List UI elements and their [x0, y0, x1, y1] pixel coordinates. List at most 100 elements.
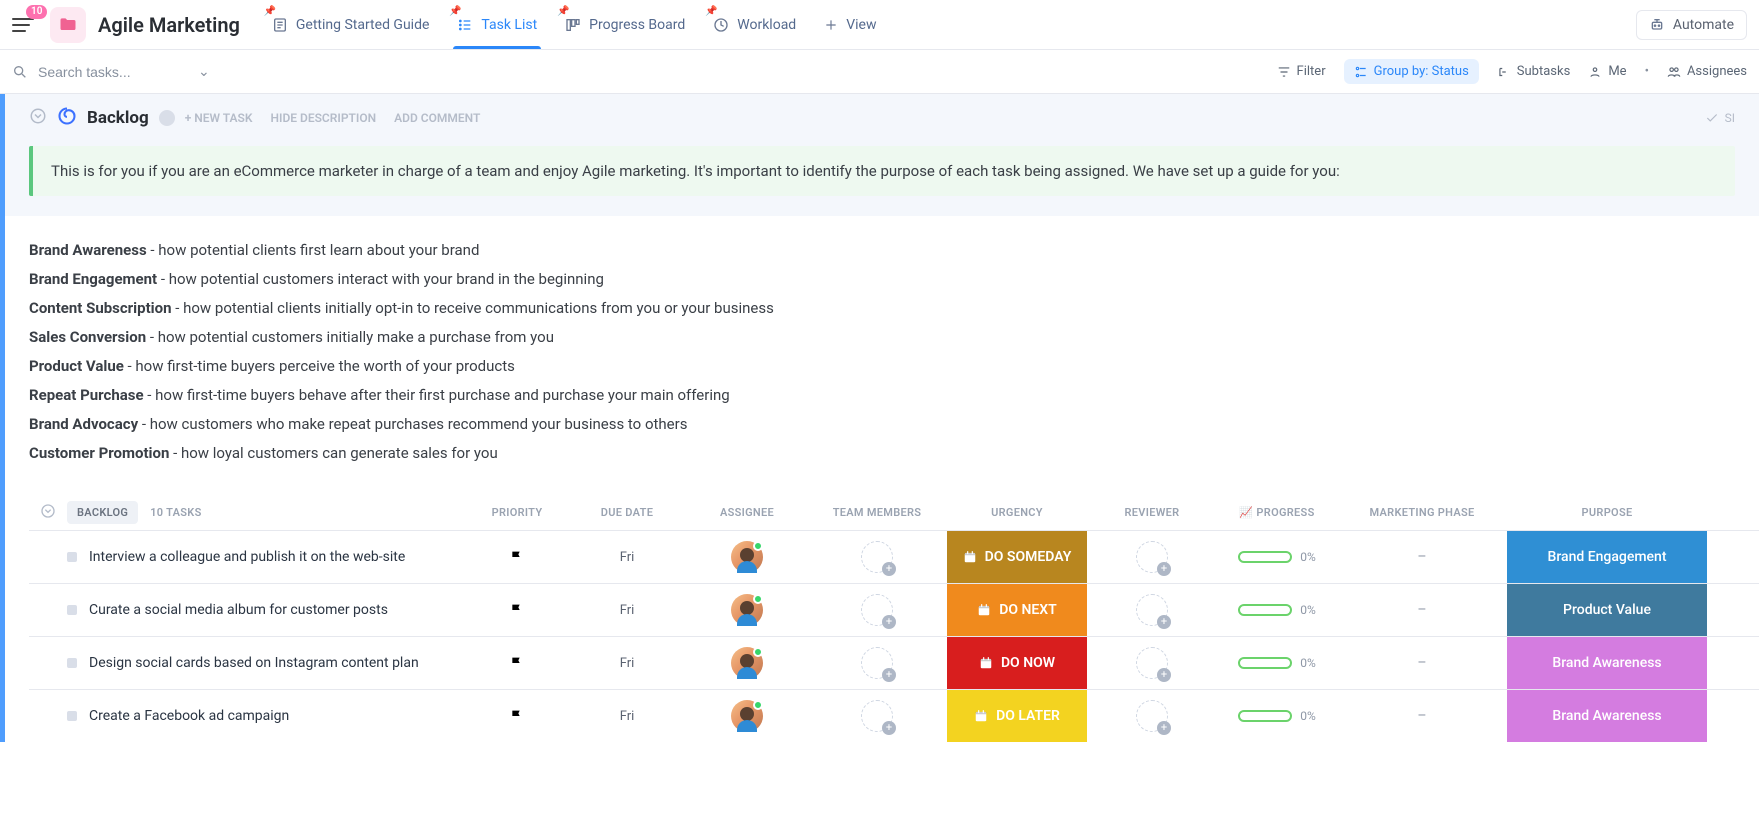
purpose-cell[interactable]: Brand Awareness	[1507, 637, 1707, 689]
tab-workload[interactable]: 📌 Workload	[699, 0, 810, 49]
hide-description-button[interactable]: HIDE DESCRIPTION	[271, 111, 377, 125]
assignee-avatar[interactable]	[731, 594, 763, 626]
subtasks-icon	[1497, 65, 1511, 79]
purpose-cell[interactable]: Brand Engagement	[1507, 531, 1707, 583]
automate-button[interactable]: Automate	[1636, 10, 1747, 40]
separator-dot: •	[1645, 64, 1649, 79]
urgency-cell[interactable]: DO LATER	[947, 690, 1087, 742]
section-right-label: SI	[1725, 111, 1735, 125]
priority-flag-icon[interactable]	[509, 549, 525, 565]
check-icon	[1705, 111, 1719, 125]
pin-icon: 📌	[705, 6, 717, 17]
definition-row: Content Subscription - how potential cli…	[29, 294, 1735, 323]
new-task-button[interactable]: + NEW TASK	[185, 111, 253, 125]
col-priority[interactable]: PRIORITY	[467, 506, 567, 519]
assignee-avatar[interactable]	[731, 700, 763, 732]
person-icon	[1588, 65, 1602, 79]
marketing-phase[interactable]: –	[1417, 655, 1426, 671]
collapse-group-icon[interactable]	[40, 509, 56, 522]
add-team-member[interactable]	[861, 700, 893, 732]
folder-icon[interactable]	[50, 7, 86, 43]
add-team-member[interactable]	[861, 594, 893, 626]
add-reviewer[interactable]	[1136, 541, 1168, 573]
collapse-icon[interactable]	[29, 107, 47, 129]
add-reviewer[interactable]	[1136, 700, 1168, 732]
subtasks-button[interactable]: Subtasks	[1497, 64, 1571, 79]
swirl-icon	[57, 106, 77, 130]
due-date[interactable]: Fri	[620, 709, 635, 724]
status-square[interactable]	[67, 711, 77, 721]
urgency-cell[interactable]: DO NOW	[947, 637, 1087, 689]
tab-add-view[interactable]: View	[810, 0, 890, 49]
tab-progress-board[interactable]: 📌 Progress Board	[551, 0, 699, 49]
progress-cell[interactable]: 0%	[1238, 550, 1316, 564]
col-team-members[interactable]: TEAM MEMBERS	[807, 506, 947, 519]
due-date[interactable]: Fri	[620, 603, 635, 618]
assignees-button[interactable]: Assignees	[1667, 64, 1747, 79]
marketing-phase[interactable]: –	[1417, 708, 1426, 724]
pin-icon: 📌	[264, 6, 276, 17]
progress-cell[interactable]: 0%	[1238, 603, 1316, 617]
tab-task-list[interactable]: 📌 Task List	[443, 0, 551, 49]
priority-flag-icon[interactable]	[509, 708, 525, 724]
table-row[interactable]: Create a Facebook ad campaign Fri DO LATER…	[29, 689, 1759, 742]
marketing-phase[interactable]: –	[1417, 602, 1426, 618]
assignee-avatar[interactable]	[731, 541, 763, 573]
tab-getting-started[interactable]: 📌 Getting Started Guide	[258, 0, 444, 49]
task-name: Curate a social media album for customer…	[89, 602, 388, 618]
table-row[interactable]: Design social cards based on Instagram c…	[29, 636, 1759, 689]
me-button[interactable]: Me	[1588, 64, 1626, 79]
add-reviewer[interactable]	[1136, 647, 1168, 679]
status-chip[interactable]: BACKLOG	[67, 501, 138, 524]
definition-row: Brand Engagement - how potential custome…	[29, 265, 1735, 294]
search-input[interactable]	[36, 63, 186, 81]
backlog-section: Backlog + NEW TASK HIDE DESCRIPTION ADD …	[0, 94, 1759, 742]
assignee-avatar[interactable]	[731, 647, 763, 679]
status-square[interactable]	[67, 552, 77, 562]
definition-row: Repeat Purchase - how first-time buyers …	[29, 381, 1735, 410]
col-purpose[interactable]: PURPOSE	[1507, 506, 1707, 519]
group-by-button[interactable]: Group by: Status	[1344, 59, 1479, 84]
task-name: Interview a colleague and publish it on …	[89, 549, 405, 565]
table-row[interactable]: Curate a social media album for customer…	[29, 583, 1759, 636]
menu-button[interactable]: 10	[12, 11, 40, 39]
urgency-cell[interactable]: DO SOMEDAY	[947, 531, 1087, 583]
status-square[interactable]	[67, 658, 77, 668]
notification-badge: 10	[26, 5, 47, 19]
add-comment-button[interactable]: ADD COMMENT	[394, 111, 480, 125]
priority-flag-icon[interactable]	[509, 602, 525, 618]
search-chevron-down-icon[interactable]: ⌄	[198, 64, 210, 80]
table-row[interactable]: Interview a colleague and publish it on …	[29, 530, 1759, 583]
view-tabs: 📌 Getting Started Guide 📌 Task List 📌 Pr…	[258, 0, 891, 49]
tab-label: Getting Started Guide	[296, 17, 430, 33]
add-team-member[interactable]	[861, 647, 893, 679]
purpose-cell[interactable]: Product Value	[1507, 584, 1707, 636]
col-urgency[interactable]: URGENCY	[947, 506, 1087, 519]
add-reviewer[interactable]	[1136, 594, 1168, 626]
col-reviewer[interactable]: REVIEWER	[1087, 506, 1217, 519]
add-team-member[interactable]	[861, 541, 893, 573]
calendar-icon	[963, 550, 977, 564]
col-assignee[interactable]: ASSIGNEE	[687, 506, 807, 519]
status-square[interactable]	[67, 605, 77, 615]
due-date[interactable]: Fri	[620, 550, 635, 565]
marketing-phase[interactable]: –	[1417, 549, 1426, 565]
tab-label: Task List	[481, 17, 537, 33]
people-icon	[1667, 65, 1681, 79]
due-date[interactable]: Fri	[620, 656, 635, 671]
col-marketing-phase[interactable]: MARKETING PHASE	[1337, 506, 1507, 519]
task-count: 10 TASKS	[150, 506, 201, 519]
col-due-date[interactable]: DUE DATE	[567, 506, 687, 519]
priority-flag-icon[interactable]	[509, 655, 525, 671]
progress-cell[interactable]: 0%	[1238, 709, 1316, 723]
col-progress[interactable]: 📈 PROGRESS	[1217, 506, 1337, 519]
section-title: Backlog	[87, 108, 149, 128]
urgency-cell[interactable]: DO NEXT	[947, 584, 1087, 636]
purpose-cell[interactable]: Brand Awareness	[1507, 690, 1707, 742]
task-name: Create a Facebook ad campaign	[89, 708, 289, 724]
calendar-icon	[977, 603, 991, 617]
filter-button[interactable]: Filter	[1277, 64, 1326, 79]
info-icon[interactable]	[159, 110, 175, 126]
automate-label: Automate	[1673, 17, 1734, 33]
progress-cell[interactable]: 0%	[1238, 656, 1316, 670]
